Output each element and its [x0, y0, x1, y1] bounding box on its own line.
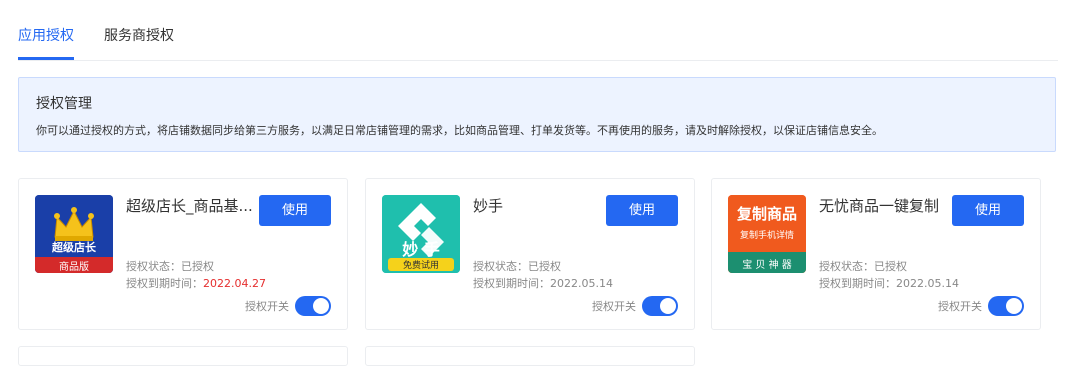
notice-text: 你可以通过授权的方式，将店铺数据同步给第三方服务，以满足日常店铺管理的需求，比如… — [36, 124, 883, 137]
switch-label: 授权开关 — [938, 300, 982, 313]
app-card-partial — [365, 346, 695, 366]
app-card-wuyou: 复制商品 复制手机详情 宝 贝 神 器 无忧商品一键复制 使用 授权状态：已授权… — [711, 178, 1041, 330]
notice-title: 授权管理 — [36, 96, 92, 112]
wuyou-logo: 复制商品 复制手机详情 宝 贝 神 器 — [728, 195, 806, 273]
auth-status: 授权状态：已授权 — [126, 260, 214, 273]
switch-label: 授权开关 — [592, 300, 636, 313]
logo-line-2: 商品版 — [59, 262, 89, 273]
authorization-notice: 授权管理 你可以通过授权的方式，将店铺数据同步给第三方服务，以满足日常店铺管理的… — [18, 77, 1056, 152]
expire-date: 2022.04.27 — [203, 277, 266, 290]
auth-switch-row: 授权开关 — [938, 295, 1024, 317]
auth-expire: 授权到期时间：2022.05.14 — [473, 276, 613, 292]
switch-label: 授权开关 — [245, 300, 289, 313]
logo-line-1: 超级店长 — [52, 241, 96, 254]
app-card-miaoshou: 妙 手 免费试用 妙手 使用 授权状态：已授权 授权到期时间：2022.05.1… — [365, 178, 695, 330]
toggle-knob — [660, 298, 676, 314]
toggle-knob — [1006, 298, 1022, 314]
expire-date: 2022.05.14 — [550, 277, 613, 290]
expire-date: 2022.05.14 — [896, 277, 959, 290]
tab-bar: 应用授权 服务商授权 — [18, 0, 1058, 61]
auth-expire: 授权到期时间：2022.04.27 — [126, 276, 266, 292]
miaoshou-logo: 妙 手 免费试用 — [382, 195, 460, 273]
chaojidianzhang-logo: 超级店长 商品版 — [35, 195, 113, 273]
auth-expire: 授权到期时间：2022.05.14 — [819, 276, 959, 292]
auth-toggle[interactable] — [988, 296, 1024, 316]
use-button[interactable]: 使用 — [606, 195, 678, 226]
app-card-partial — [18, 346, 348, 366]
logo-line-1: 妙 手 — [402, 240, 440, 259]
app-name: 无忧商品一键复制 — [819, 197, 940, 215]
auth-status: 授权状态：已授权 — [819, 260, 907, 273]
tab-app-authorization[interactable]: 应用授权 — [18, 26, 74, 46]
use-button[interactable]: 使用 — [259, 195, 331, 226]
tab-provider-authorization[interactable]: 服务商授权 — [104, 26, 174, 46]
expire-label: 授权到期时间： — [819, 277, 896, 290]
logo-line-1: 复制商品 — [736, 205, 797, 223]
active-tab-indicator — [18, 57, 74, 60]
auth-switch-row: 授权开关 — [245, 295, 331, 317]
toggle-knob — [313, 298, 329, 314]
logo-line-3: 宝 贝 神 器 — [742, 260, 792, 271]
logo-line-2: 免费试用 — [402, 261, 439, 271]
expire-label: 授权到期时间： — [126, 277, 203, 290]
app-name: 超级店长_商品基... — [126, 197, 253, 215]
logo-line-2: 复制手机详情 — [739, 231, 794, 241]
use-button[interactable]: 使用 — [952, 195, 1024, 226]
auth-toggle[interactable] — [642, 296, 678, 316]
auth-status: 授权状态：已授权 — [473, 260, 561, 273]
expire-label: 授权到期时间： — [473, 277, 550, 290]
app-name: 妙手 — [473, 197, 504, 215]
auth-switch-row: 授权开关 — [592, 295, 678, 317]
auth-toggle[interactable] — [295, 296, 331, 316]
app-card-chaojidianzhang: 超级店长 商品版 超级店长_商品基... 使用 授权状态：已授权 授权到期时间：… — [18, 178, 348, 330]
